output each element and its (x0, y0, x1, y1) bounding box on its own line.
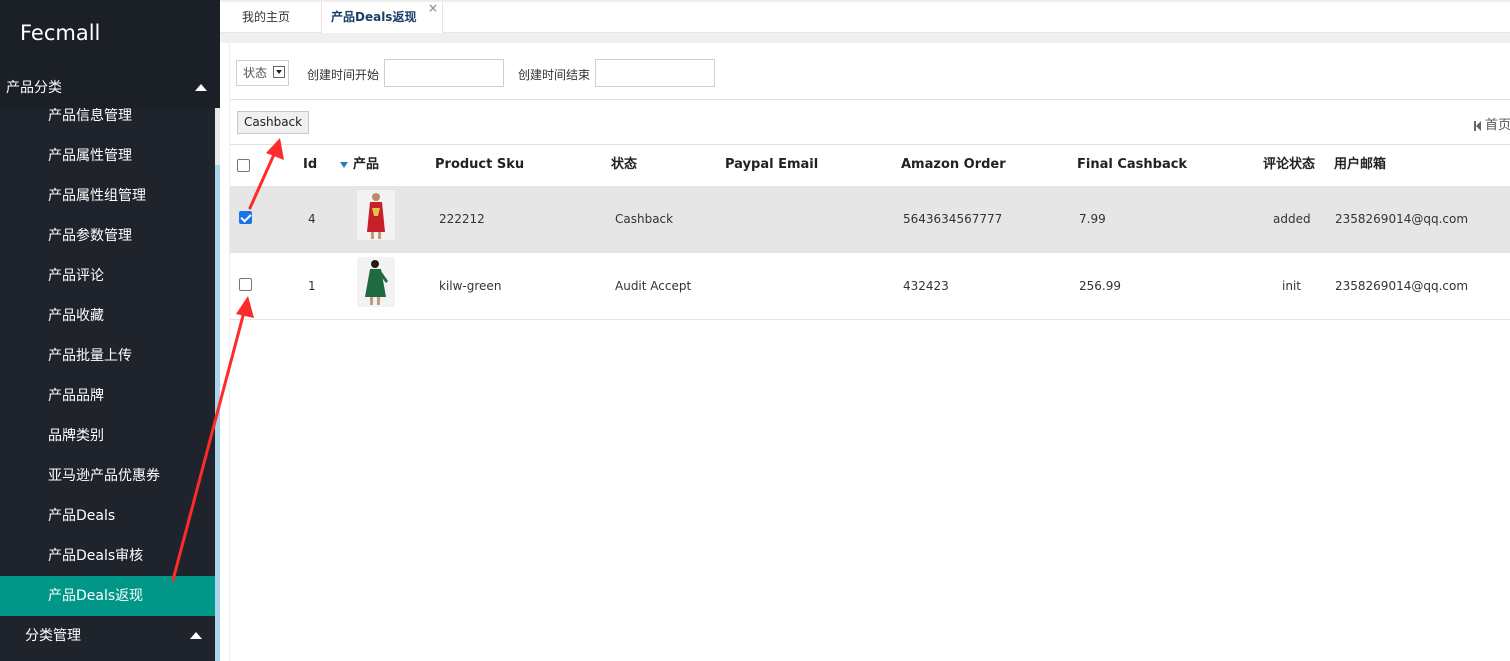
cell-amazon-order: 5643634567777 (903, 212, 1003, 226)
dropdown-arrow-icon[interactable] (273, 66, 285, 78)
created-start-input[interactable] (384, 59, 504, 87)
cell-sku: kilw-green (439, 279, 502, 293)
collapse-arrow-icon (190, 632, 202, 639)
col-product-label: 产品 (353, 157, 380, 172)
tab-label: 产品Deals返现 (331, 10, 417, 24)
col-user-email[interactable]: 用户邮箱 (1334, 144, 1386, 186)
red-dress-image (357, 190, 395, 240)
cell-id: 4 (308, 212, 316, 226)
table-row[interactable]: 1 kilw-green Audit Accept 432423 256.99 … (230, 253, 1510, 320)
status-select[interactable]: 状态 (236, 60, 289, 86)
cell-sku: 222212 (439, 212, 485, 226)
sidebar-item-product-deals[interactable]: 产品Deals (0, 496, 215, 536)
collapse-arrow-icon (195, 84, 207, 91)
content-divider (220, 33, 1510, 43)
col-status[interactable]: 状态 (611, 144, 637, 186)
created-end-label: 创建时间结束 (518, 68, 591, 82)
pager: 首页 (1473, 114, 1510, 133)
sidebar-item-deals-review[interactable]: 产品Deals审核 (0, 536, 215, 576)
cell-id: 1 (308, 279, 316, 293)
status-select-value: 状态 (243, 66, 268, 80)
sidebar-item-amazon-coupons[interactable]: 亚马逊产品优惠券 (0, 456, 215, 496)
created-end-input[interactable] (595, 59, 715, 87)
cashback-button[interactable]: Cashback (237, 111, 310, 134)
row-checkbox[interactable] (239, 211, 252, 224)
green-dress-image (357, 257, 395, 307)
sidebar-item-product-brands[interactable]: 产品品牌 (0, 376, 215, 416)
pager-first-link[interactable]: 首页 (1485, 118, 1510, 133)
table-header: Id 产品 Product Sku 状态 Paypal Email Amazon… (230, 144, 1510, 186)
cell-review-status: init (1282, 279, 1301, 293)
cell-user-email: 2358269014@qq.com (1335, 279, 1469, 293)
col-product[interactable]: 产品 (340, 144, 379, 186)
sidebar-section-category-management[interactable]: 分类管理 (0, 616, 215, 656)
select-all-checkbox[interactable] (237, 159, 250, 172)
sidebar-menu: 产品信息管理 产品属性管理 产品属性组管理 产品参数管理 产品评论 产品收藏 产… (0, 108, 215, 644)
col-final-cashback[interactable]: Final Cashback (1077, 144, 1187, 186)
sort-desc-icon (340, 161, 348, 168)
action-toolbar: Cashback 首页 (230, 100, 1510, 145)
sidebar-item-brand-categories[interactable]: 品牌类别 (0, 416, 215, 456)
sidebar-item-product-attributes[interactable]: 产品属性管理 (0, 136, 215, 176)
main-area: 我的主页 产品Deals返现 × 状态 创建时间开始 创建时间结束 Cashba… (220, 0, 1510, 661)
sidebar-item-bulk-upload[interactable]: 产品批量上传 (0, 336, 215, 376)
brand-logo: Fecmall (0, 0, 220, 68)
tab-home[interactable]: 我的主页 (222, 2, 322, 33)
product-thumbnail[interactable] (357, 257, 395, 307)
cell-final-cashback: 256.99 (1079, 279, 1121, 293)
created-start-label: 创建时间开始 (307, 68, 380, 82)
cell-final-cashback: 7.99 (1079, 212, 1106, 226)
cell-status: Audit Accept (615, 279, 692, 293)
col-product-sku[interactable]: Product Sku (435, 144, 524, 186)
sidebar-item-deals-cashback[interactable]: 产品Deals返现 (0, 576, 215, 616)
cell-user-email: 2358269014@qq.com (1335, 212, 1469, 226)
col-id[interactable]: Id (303, 144, 317, 186)
sidebar: Fecmall 产品分类 产品信息管理 产品属性管理 产品属性组管理 产品参数管… (0, 0, 220, 661)
sidebar-item-product-favorites[interactable]: 产品收藏 (0, 296, 215, 336)
cell-status: Cashback (615, 212, 674, 226)
table-row[interactable]: 4 222212 Cashback 5643634567777 7.99 add… (230, 186, 1510, 253)
col-amazon-order[interactable]: Amazon Order (901, 144, 1006, 186)
tab-bar: 我的主页 产品Deals返现 × (220, 0, 1510, 33)
first-page-icon[interactable] (1473, 120, 1482, 132)
sidebar-item-product-info[interactable]: 产品信息管理 (0, 108, 215, 136)
filter-bar: 状态 创建时间开始 创建时间结束 (230, 43, 1510, 100)
sidebar-item-attribute-groups[interactable]: 产品属性组管理 (0, 176, 215, 216)
close-icon[interactable]: × (428, 0, 438, 24)
cell-review-status: added (1273, 212, 1311, 226)
sidebar-item-product-reviews[interactable]: 产品评论 (0, 256, 215, 296)
sidebar-section-label: 分类管理 (25, 628, 81, 644)
product-thumbnail[interactable] (357, 190, 395, 240)
sidebar-section-label: 产品分类 (6, 80, 62, 96)
tab-deals-cashback[interactable]: 产品Deals返现 × (321, 0, 443, 33)
col-review-status[interactable]: 评论状态 (1263, 144, 1315, 186)
sidebar-item-product-params[interactable]: 产品参数管理 (0, 216, 215, 256)
sidebar-section-product-category[interactable]: 产品分类 (0, 68, 220, 108)
col-paypal-email[interactable]: Paypal Email (725, 144, 818, 186)
content-panel: 状态 创建时间开始 创建时间结束 Cashback 首页 Id 产品 Produ… (229, 43, 1510, 661)
tab-label: 我的主页 (242, 10, 291, 24)
cell-amazon-order: 432423 (903, 279, 949, 293)
row-checkbox[interactable] (239, 278, 252, 291)
